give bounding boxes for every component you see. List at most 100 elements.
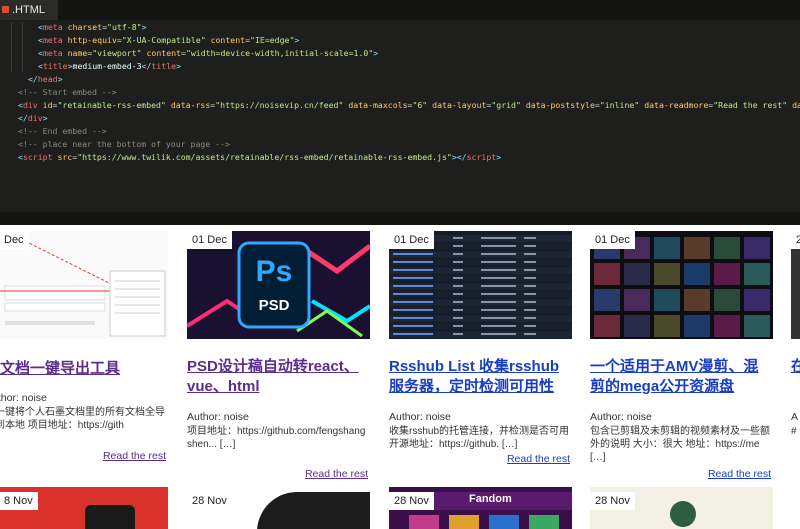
card-title-link[interactable]: 一个适用于AMV漫剪、混剪的mega公开资源盘 (590, 357, 773, 397)
table-cell (481, 317, 516, 319)
table-cell (453, 325, 463, 327)
feed-card-thumbnail[interactable]: Fandom 28 Nov (389, 487, 572, 529)
fandom-logo: Fandom (469, 493, 512, 505)
table-cell (524, 245, 536, 247)
video-tile (654, 289, 680, 311)
read-more-link[interactable]: Read the rest (708, 468, 771, 480)
table-cell (453, 309, 463, 311)
table-cell (453, 253, 463, 255)
table-cell-link (393, 293, 433, 295)
code-line-11: <script src="https://www.twilik.com/asse… (18, 152, 502, 162)
card-author: Author: noise (590, 411, 652, 423)
table-cell (524, 293, 536, 295)
table-cell-link (393, 317, 433, 319)
table-cell (481, 245, 516, 247)
tab-html-file[interactable]: .HTML (0, 0, 58, 20)
table-cell (453, 261, 463, 263)
video-tile (684, 237, 710, 259)
table-cell (481, 277, 516, 279)
table-cell (481, 237, 516, 239)
table-cell (453, 285, 463, 287)
video-tile (744, 263, 770, 285)
table-cell-link (393, 261, 433, 263)
video-tile (654, 237, 680, 259)
table-cell (481, 309, 516, 311)
html-file-icon (2, 6, 9, 13)
video-tile (654, 315, 680, 337)
table-cell (481, 293, 516, 295)
table-cell (453, 269, 463, 271)
table-cell (524, 269, 536, 271)
table-cell (453, 277, 463, 279)
card-title-link[interactable]: 在m (791, 357, 800, 377)
card-thumbnail[interactable]: Ps PSD 01 Dec (187, 231, 370, 339)
thumb-tile (489, 515, 519, 529)
video-tile (714, 315, 740, 337)
rss-embed-grid: Dec 墨文档一键导出工具 Author: noise 以一键将个人石墨文档里的… (0, 225, 800, 529)
video-tile (594, 263, 620, 285)
feed-card-thumbnail[interactable]: 28 Nov (187, 487, 370, 529)
card-author: Author: noise (0, 392, 47, 404)
card-date: 28 Nov (389, 492, 434, 510)
code-line-3: <meta name="viewport" content="width=dev… (38, 48, 379, 58)
video-tile (684, 289, 710, 311)
table-cell (524, 333, 536, 335)
card-title-link[interactable]: Rsshub List 收集rsshub服务器，定时检测可用性 (389, 357, 572, 397)
card-thumbnail[interactable]: 01 Dec (389, 231, 572, 339)
card-date: 2 (791, 231, 800, 249)
table-cell (481, 325, 516, 327)
table-cell (481, 301, 516, 303)
table-cell-link (393, 253, 433, 255)
table-cell (453, 237, 463, 239)
console-device-shape (85, 505, 135, 529)
read-more-link[interactable]: Read the rest (103, 450, 166, 462)
table-cell (524, 325, 536, 327)
table-cell (524, 277, 536, 279)
card-date: 01 Dec (187, 231, 232, 249)
card-thumbnail[interactable]: 2 (791, 231, 800, 339)
video-tile (684, 315, 710, 337)
code-line-10: <!-- place near the bottom of your page … (18, 139, 230, 149)
card-date: 28 Nov (187, 492, 232, 510)
thumb-tile (529, 515, 559, 529)
table-cell (481, 333, 516, 335)
read-more-link[interactable]: Read the rest (305, 468, 368, 480)
code-line-7: <div id="retainable-rss-embed" data-rss=… (18, 100, 800, 110)
card-thumbnail[interactable]: 01 Dec (590, 231, 773, 339)
card-date: 01 Dec (389, 231, 434, 249)
table-cell-link (393, 325, 433, 327)
photoshop-logo-text: Ps (255, 255, 293, 288)
card-author: Author: noise (389, 411, 451, 423)
card-date: 28 Nov (590, 492, 635, 510)
table-cell-link (393, 277, 433, 279)
card-date: 01 Dec (590, 231, 635, 249)
video-tile (624, 289, 650, 311)
card-excerpt: # (791, 426, 797, 437)
table-cell (453, 301, 463, 303)
card-excerpt: 收集rsshub的托管连接，并检测是否可用 开源地址：https://githu… (389, 426, 570, 450)
feed-card[interactable]: 2 在m A # (791, 231, 800, 471)
table-cell-link (393, 309, 433, 311)
read-more-link[interactable]: Read the rest (507, 453, 570, 465)
card-excerpt: 项目地址：https://github.com/fengshangshen...… (187, 426, 366, 450)
video-tile (714, 289, 740, 311)
card-title-link[interactable]: 墨文档一键导出工具 (0, 359, 168, 379)
code-line-9: <!-- End embed --> (18, 126, 107, 136)
card-date: Dec (0, 231, 29, 249)
feed-card-thumbnail[interactable]: 8 Nov (0, 487, 168, 529)
table-cell (524, 253, 536, 255)
code-line-4: <title>medium-embed-3</title> (38, 61, 181, 71)
card-thumbnail[interactable]: Dec (0, 231, 168, 339)
code-editor[interactable]: .HTML <meta charset="utf-8"> <meta http-… (0, 0, 800, 225)
code-line-5: </head> (28, 74, 63, 84)
tab-label: .HTML (12, 4, 45, 16)
code-line-2: <meta http-equiv="X-UA-Compatible" conte… (38, 35, 300, 45)
video-tile (624, 263, 650, 285)
feed-card-thumbnail[interactable]: 28 Nov (590, 487, 773, 529)
indent-guide (11, 22, 12, 72)
table-cell (524, 285, 536, 287)
table-cell (524, 301, 536, 303)
dark-shape (257, 492, 370, 529)
card-title-link[interactable]: PSD设计稿自动转react、vue、html (187, 357, 370, 397)
card-author: Author: noise (187, 411, 249, 423)
